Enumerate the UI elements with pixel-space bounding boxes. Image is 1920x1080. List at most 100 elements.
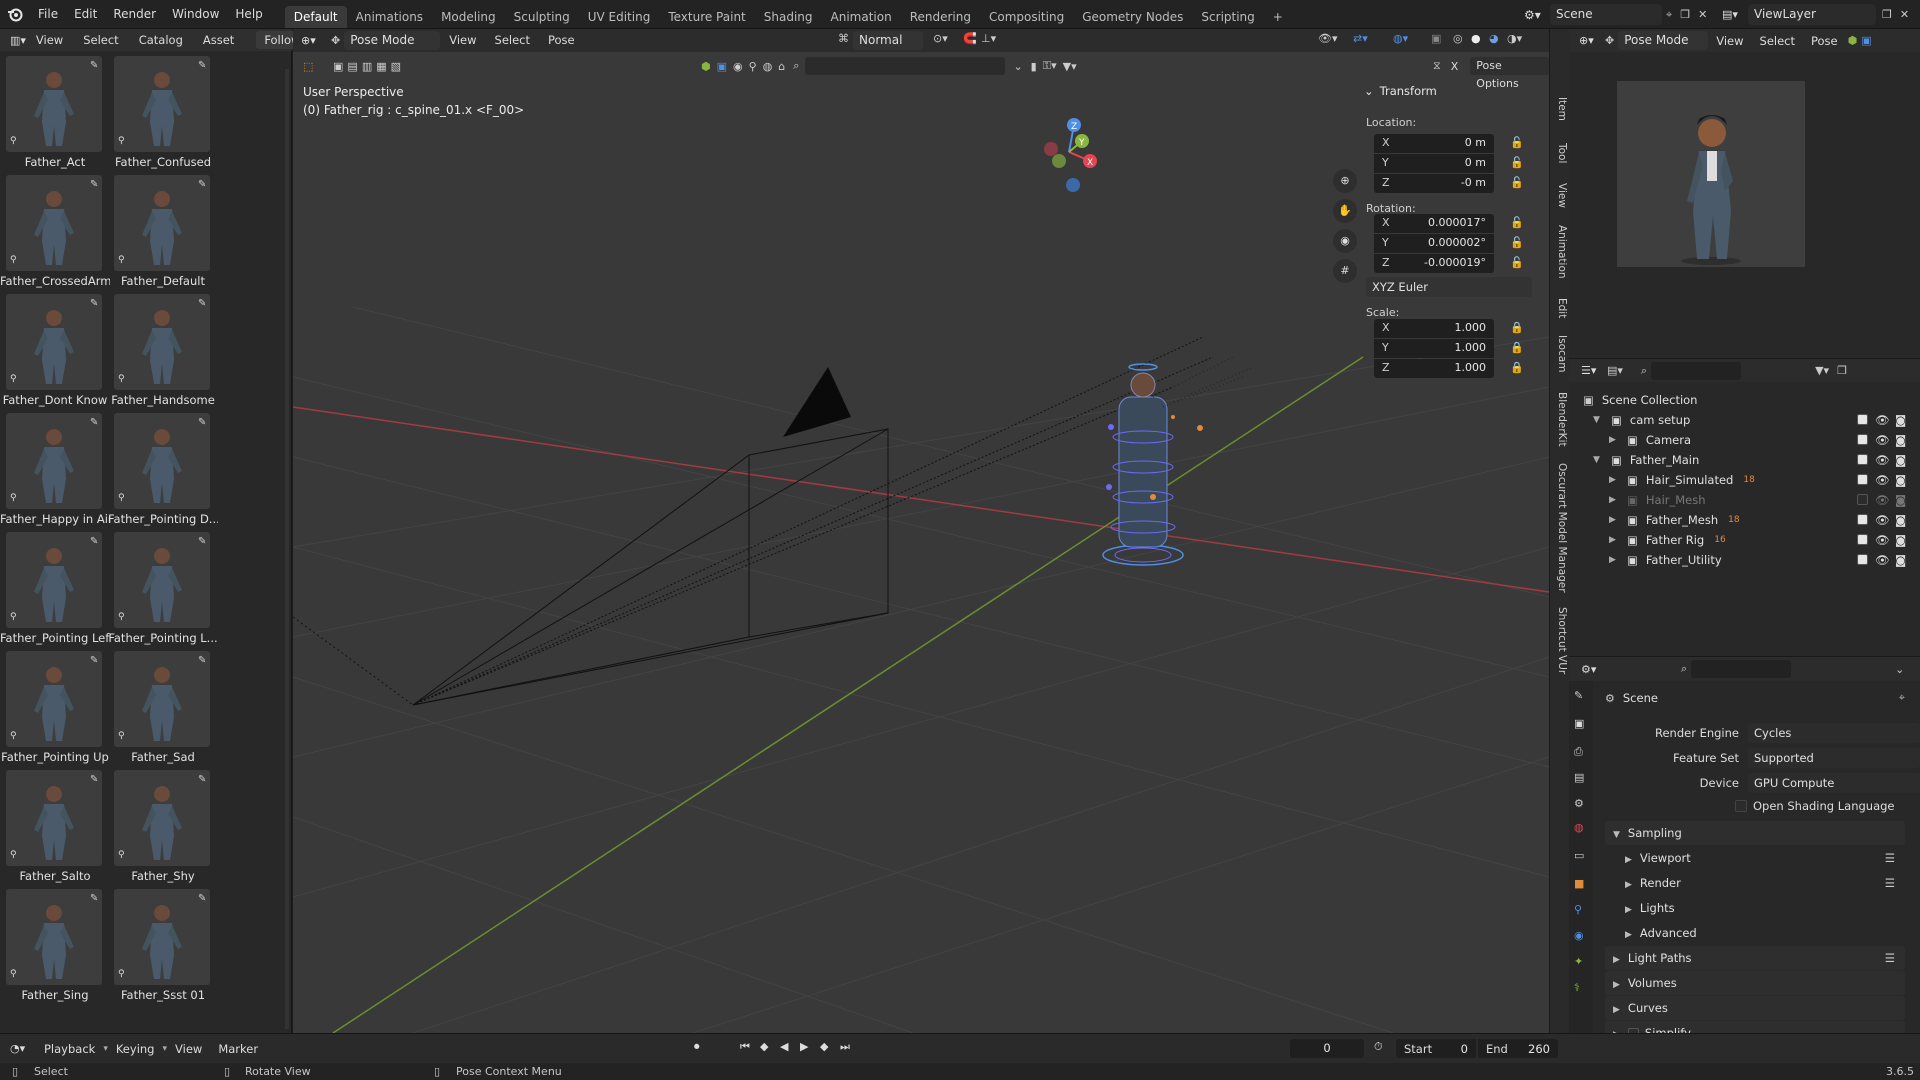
lock-rotation-z-icon[interactable]: 🔓 xyxy=(1510,256,1524,269)
sidebar-tab-view[interactable]: View xyxy=(1552,175,1568,215)
viewport-editor-type-icon[interactable]: ⊕▾ xyxy=(293,34,323,47)
outliner-row[interactable]: ▶ ▣ Camera 👁 ◙ xyxy=(1569,430,1920,450)
scale-z-field[interactable]: Z 1.000 xyxy=(1374,359,1494,378)
blender-logo-icon[interactable] xyxy=(0,0,30,29)
tab-modeling[interactable]: Modeling xyxy=(432,6,505,28)
edit-asset-icon[interactable]: ✎ xyxy=(90,417,102,429)
asset-item[interactable]: ✎ ⚲ Father_CrossedArm xyxy=(0,175,110,290)
location-z-field[interactable]: Z -0 m xyxy=(1374,174,1494,193)
properties-editor-type-icon[interactable]: ⚙▾ xyxy=(1569,663,1601,676)
edit-asset-icon[interactable]: ✎ xyxy=(198,655,210,667)
delete-view-layer-icon[interactable]: ✕ xyxy=(1900,8,1909,21)
exclude-checkbox-icon[interactable] xyxy=(1857,454,1868,465)
edit-asset-icon[interactable]: ✎ xyxy=(90,655,102,667)
sidebar-tab-blenderkit[interactable]: BlenderKit xyxy=(1552,383,1568,455)
asset-menu-asset[interactable]: Asset xyxy=(193,29,244,51)
menu-render[interactable]: Render xyxy=(105,0,164,29)
asset-item[interactable]: ✎ ⚲ Father_Shy xyxy=(108,770,210,885)
edit-asset-icon[interactable]: ✎ xyxy=(90,298,102,310)
tab-rendering[interactable]: Rendering xyxy=(901,6,980,28)
rotation-x-field[interactable]: X 0.000017° xyxy=(1374,214,1494,233)
x-mirror-button[interactable]: X xyxy=(1446,59,1463,73)
transform-orientation-selector[interactable]: Normal xyxy=(853,31,923,50)
expand-arrow-icon[interactable]: ▶ xyxy=(1609,550,1621,570)
viewport-menu-view[interactable]: View xyxy=(440,29,485,52)
presets-icon[interactable]: ☰ xyxy=(1885,846,1895,870)
edit-asset-icon[interactable]: ✎ xyxy=(90,893,102,905)
view-layer-tab-icon[interactable]: ▤ xyxy=(1574,771,1584,784)
edit-asset-icon[interactable]: ✎ xyxy=(90,536,102,548)
wireframe-shading-icon[interactable]: ◎ xyxy=(1453,32,1463,45)
camera-filter-icon[interactable]: ⌂ xyxy=(778,60,785,73)
delete-scene-icon[interactable]: ✕ xyxy=(1698,8,1707,21)
expand-arrow-icon[interactable]: ▶ xyxy=(1609,470,1621,490)
xray-icon[interactable]: ▣ xyxy=(1431,32,1441,45)
lock-rotation-x-icon[interactable]: 🔓 xyxy=(1510,216,1524,229)
sidebar-tab-tool[interactable]: Tool xyxy=(1552,133,1568,173)
collapse-arrow-icon[interactable]: ▼ xyxy=(1593,450,1605,470)
render-camera-icon[interactable]: ◙ xyxy=(1895,430,1906,450)
visibility-eye-icon[interactable]: 👁 xyxy=(1875,430,1890,450)
jump-end-icon[interactable]: ⏭ xyxy=(840,1040,850,1054)
asset-item[interactable]: ✎ ⚲ Father_Act xyxy=(0,56,102,171)
visibility-eye-icon[interactable]: 👁 xyxy=(1875,490,1890,510)
end-frame-field[interactable]: End 260 xyxy=(1478,1039,1558,1058)
sidebar-tab-isocam[interactable]: Isocam xyxy=(1552,329,1568,379)
expand-arrow-icon[interactable]: ▶ xyxy=(1609,530,1621,550)
render-engine-dropdown[interactable]: Cycles xyxy=(1748,723,1920,743)
exclude-checkbox-icon[interactable] xyxy=(1857,414,1868,425)
panel-volumes[interactable]: ▶ Volumes xyxy=(1605,971,1905,995)
keying-set-icon[interactable]: ⚿▾ xyxy=(1043,59,1057,73)
tab-animations[interactable]: Animations xyxy=(347,6,432,28)
asset-item[interactable]: ✎ ⚲ Father_Pointing L... xyxy=(108,532,218,647)
viewport-menu-select[interactable]: Select xyxy=(486,29,539,52)
edit-asset-icon[interactable]: ✎ xyxy=(90,179,102,191)
jump-start-icon[interactable]: ⏮ xyxy=(740,1040,750,1054)
viewport-search-input[interactable] xyxy=(805,57,1006,75)
scene-name-field[interactable]: Scene xyxy=(1550,4,1662,25)
scale-x-field[interactable]: X 1.000 xyxy=(1374,319,1494,338)
timeline-editor-type-icon[interactable]: ◔▾ xyxy=(0,1042,36,1055)
outliner-search-input[interactable] xyxy=(1651,361,1742,380)
asset-item[interactable]: ✎ ⚲ Father_Happy in Air xyxy=(0,413,110,528)
tab-sculpting[interactable]: Sculpting xyxy=(505,6,579,28)
auto-keying-icon[interactable]: ⏺ xyxy=(694,1040,700,1054)
new-collection-icon[interactable]: ❐ xyxy=(1837,364,1847,377)
visibility-icon[interactable]: 👁▾ xyxy=(1318,32,1338,45)
timeline-menu-view[interactable]: View xyxy=(167,1042,210,1056)
asset-item[interactable]: ✎ ⚲ Father_Handsome xyxy=(108,294,215,409)
ortho-toggle-icon[interactable]: # xyxy=(1333,259,1357,283)
osl-checkbox-row[interactable]: Open Shading Language xyxy=(1735,795,1895,817)
viewport-menu-pose[interactable]: Pose xyxy=(539,29,584,52)
display-mode-icon[interactable]: ▤▾ xyxy=(1607,364,1623,377)
exclude-checkbox-icon[interactable] xyxy=(1857,534,1868,545)
editor-type-icon[interactable]: ▥▾ xyxy=(0,34,26,47)
pose-options-dropdown[interactable]: Pose Options xyxy=(1470,57,1549,90)
asset-menu-view[interactable]: View xyxy=(26,29,73,51)
select-mode-extend-icon[interactable]: ▤ xyxy=(347,60,357,73)
curve-filter-icon[interactable]: ◉ xyxy=(733,60,743,73)
rotation-y-field[interactable]: Y 0.000002° xyxy=(1374,234,1494,253)
timeline-menu-playback[interactable]: Playback xyxy=(36,1042,103,1056)
preview-menu-pose[interactable]: Pose xyxy=(1803,34,1846,48)
preview-menu-view[interactable]: View xyxy=(1708,34,1751,48)
edit-asset-icon[interactable]: ✎ xyxy=(198,893,210,905)
edit-asset-icon[interactable]: ✎ xyxy=(198,417,210,429)
properties-search-input[interactable] xyxy=(1691,660,1792,678)
tab-uv-editing[interactable]: UV Editing xyxy=(579,6,660,28)
filter-arrow-icon[interactable]: ⌄ xyxy=(1013,60,1022,73)
visibility-eye-icon[interactable]: 👁 xyxy=(1875,550,1890,570)
outliner-root[interactable]: ▣ Scene Collection xyxy=(1569,390,1920,410)
presets-icon[interactable]: ☰ xyxy=(1885,946,1895,970)
panel-render[interactable]: ▶ Render ☰ xyxy=(1617,871,1905,895)
current-frame-field[interactable]: 0 xyxy=(1290,1039,1364,1058)
menu-window[interactable]: Window xyxy=(164,0,227,29)
next-keyframe-icon[interactable]: ◆ xyxy=(820,1040,828,1053)
select-tool-icon[interactable]: ⬚ xyxy=(303,60,323,73)
bookmark-icon[interactable]: ▮ xyxy=(1031,60,1037,73)
view-layer-field[interactable]: ViewLayer xyxy=(1748,4,1876,25)
expand-arrow-icon[interactable]: ▶ xyxy=(1609,490,1621,510)
sidebar-tab-animation[interactable]: Animation xyxy=(1552,217,1568,287)
tab-scripting[interactable]: Scripting xyxy=(1192,6,1263,28)
render-camera-icon[interactable]: ◙ xyxy=(1895,490,1906,510)
